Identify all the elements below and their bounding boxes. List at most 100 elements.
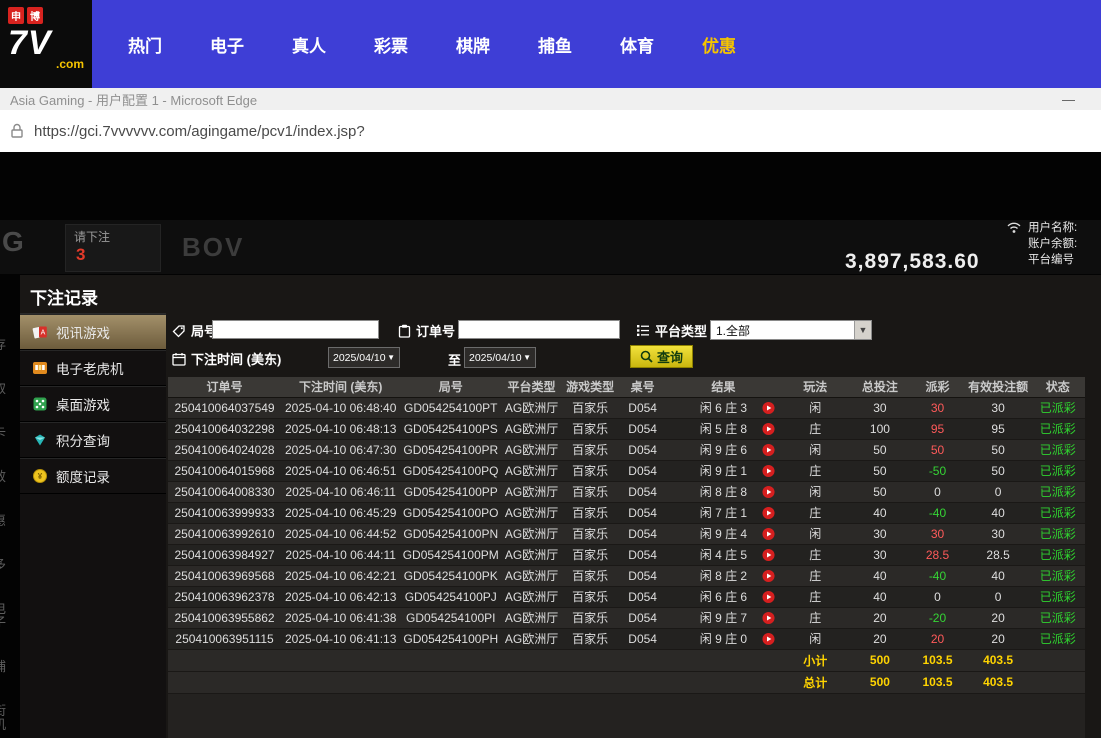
nav-item-3[interactable]: 真人 — [268, 32, 350, 57]
play-icon[interactable] — [762, 485, 775, 498]
table-game-icon — [32, 396, 48, 412]
order-input[interactable] — [458, 320, 620, 339]
cell-table_no: D054 — [618, 460, 666, 481]
nav-item-8[interactable]: 优惠 — [678, 32, 760, 57]
minimize-button[interactable]: — — [1062, 92, 1075, 107]
result-text: 闲 8 庄 8 — [700, 485, 747, 499]
date-to-select[interactable]: 2025/04/10 ▼ — [464, 347, 536, 368]
cell-payout: -50 — [909, 460, 966, 481]
cell-payout: 0 — [909, 586, 966, 607]
cell-game: 百家乐 — [562, 460, 619, 481]
nav-item-2[interactable]: 电子 — [186, 32, 268, 57]
cell-table_no: D054 — [618, 586, 666, 607]
url-text[interactable]: https://gci.7vvvvvv.com/agingame/pcv1/in… — [34, 123, 365, 140]
chevron-down-icon: ▼ — [854, 321, 871, 339]
cell-order: 250410064015968 — [168, 460, 281, 481]
cell-valid: 95 — [966, 418, 1031, 439]
cell-play: 庄 — [780, 418, 851, 439]
tag-icon — [172, 324, 186, 338]
sidebar-item-5[interactable]: ¥额度记录 — [20, 458, 166, 494]
cell-play: 闲 — [780, 481, 851, 502]
cell-result: 闲 4 庄 5 — [667, 544, 780, 565]
cell-payout: 0 — [909, 481, 966, 502]
table-header-row: 订单号下注时间 (美东)局号平台类型游戏类型桌号结果玩法总投注派彩有效投注额状态 — [168, 377, 1085, 397]
bet-table: 订单号下注时间 (美东)局号平台类型游戏类型桌号结果玩法总投注派彩有效投注额状态… — [168, 377, 1085, 694]
play-icon[interactable] — [762, 611, 775, 624]
platform-type-select[interactable]: 1.全部 ▼ — [710, 320, 872, 340]
panel-sidebar: A 视讯游戏电子老虎机桌面游戏积分查询¥额度记录 — [20, 313, 166, 738]
result-text: 闲 8 庄 2 — [700, 569, 747, 583]
cell-time: 2025-04-10 06:46:51 — [281, 460, 400, 481]
cell-total: 40 — [851, 565, 910, 586]
cell-round: GD054254100PJ — [400, 586, 501, 607]
play-icon[interactable] — [762, 464, 775, 477]
cell-status: 已派彩 — [1030, 628, 1085, 649]
cell-platform: AG欧洲厅 — [501, 523, 562, 544]
cell-order: 250410064037549 — [168, 397, 281, 418]
cell-payout: 30 — [909, 397, 966, 418]
cell-round: GD054254100PR — [400, 439, 501, 460]
nav-item-4[interactable]: 彩票 — [350, 32, 432, 57]
clipboard-icon — [398, 324, 411, 338]
play-icon[interactable] — [762, 527, 775, 540]
cell-status: 已派彩 — [1030, 523, 1085, 544]
play-icon[interactable] — [762, 569, 775, 582]
cell-table_no: D054 — [618, 502, 666, 523]
sidebar-item-3[interactable]: 桌面游戏 — [20, 386, 166, 422]
cell-valid: 40 — [966, 502, 1031, 523]
cell-total: 30 — [851, 544, 910, 565]
cell-order: 250410063992610 — [168, 523, 281, 544]
play-icon[interactable] — [762, 506, 775, 519]
grand-total-row: 总计500103.5403.5 — [168, 671, 1085, 693]
column-header: 局号 — [400, 377, 501, 397]
cell-total: 20 — [851, 628, 910, 649]
play-icon[interactable] — [762, 590, 775, 603]
site-logo[interactable]: 申 博 7V .com — [0, 0, 92, 88]
search-button[interactable]: 查询 — [630, 345, 693, 368]
edge-menu-fragment: 多 — [0, 558, 15, 572]
cell-total: 40 — [851, 586, 910, 607]
play-icon[interactable] — [762, 443, 775, 456]
round-label: 局号 — [172, 321, 217, 340]
play-icon[interactable] — [762, 401, 775, 414]
calendar-icon — [172, 352, 186, 366]
cell-valid: 20 — [966, 628, 1031, 649]
total-status-empty — [1030, 649, 1085, 671]
sidebar-item-4[interactable]: 积分查询 — [20, 422, 166, 458]
column-header: 玩法 — [780, 377, 851, 397]
table-row: 2504100639511152025-04-10 06:41:13GD0542… — [168, 628, 1085, 649]
nav-item-1[interactable]: 热门 — [104, 32, 186, 57]
play-icon[interactable] — [762, 422, 775, 435]
bet-records-panel: 下注记录 A视讯游戏电子老虎机桌面游戏积分查询¥额度记录 局号 订单号 — [20, 275, 1101, 738]
cell-result: 闲 9 庄 4 — [667, 523, 780, 544]
edge-menu-fragment: 捕 — [0, 660, 15, 674]
table-row: 2504100639623782025-04-10 06:42:13GD0542… — [168, 586, 1085, 607]
play-icon[interactable] — [762, 548, 775, 561]
sidebar-item-1[interactable]: A 视讯游戏 — [20, 314, 166, 350]
result-text: 闲 9 庄 4 — [700, 527, 747, 541]
sidebar-item-label: 视讯游戏 — [56, 322, 110, 342]
nav-item-5[interactable]: 棋牌 — [432, 32, 514, 57]
cell-order: 250410063999933 — [168, 502, 281, 523]
cell-time: 2025-04-10 06:45:29 — [281, 502, 400, 523]
date-from-select[interactable]: 2025/04/10 ▼ — [328, 347, 400, 368]
sidebar-item-2[interactable]: 电子老虎机 — [20, 350, 166, 386]
window-title: Asia Gaming - 用户配置 1 - Microsoft Edge — [10, 90, 257, 109]
cell-game: 百家乐 — [562, 523, 619, 544]
cell-valid: 50 — [966, 439, 1031, 460]
cell-result: 闲 9 庄 1 — [667, 460, 780, 481]
svg-text:A: A — [41, 330, 46, 337]
nav-item-7[interactable]: 体育 — [596, 32, 678, 57]
cell-round: GD054254100PK — [400, 565, 501, 586]
cell-payout: -40 — [909, 502, 966, 523]
cell-platform: AG欧洲厅 — [501, 397, 562, 418]
play-icon[interactable] — [762, 632, 775, 645]
result-text: 闲 6 庄 3 — [700, 401, 747, 415]
cell-round: GD054254100PP — [400, 481, 501, 502]
valid-bet-sum: 403.5 — [966, 649, 1031, 671]
cell-order: 250410063984927 — [168, 544, 281, 565]
nav-item-6[interactable]: 捕鱼 — [514, 32, 596, 57]
round-input[interactable] — [212, 320, 379, 339]
cell-round: GD054254100PS — [400, 418, 501, 439]
cell-table_no: D054 — [618, 544, 666, 565]
